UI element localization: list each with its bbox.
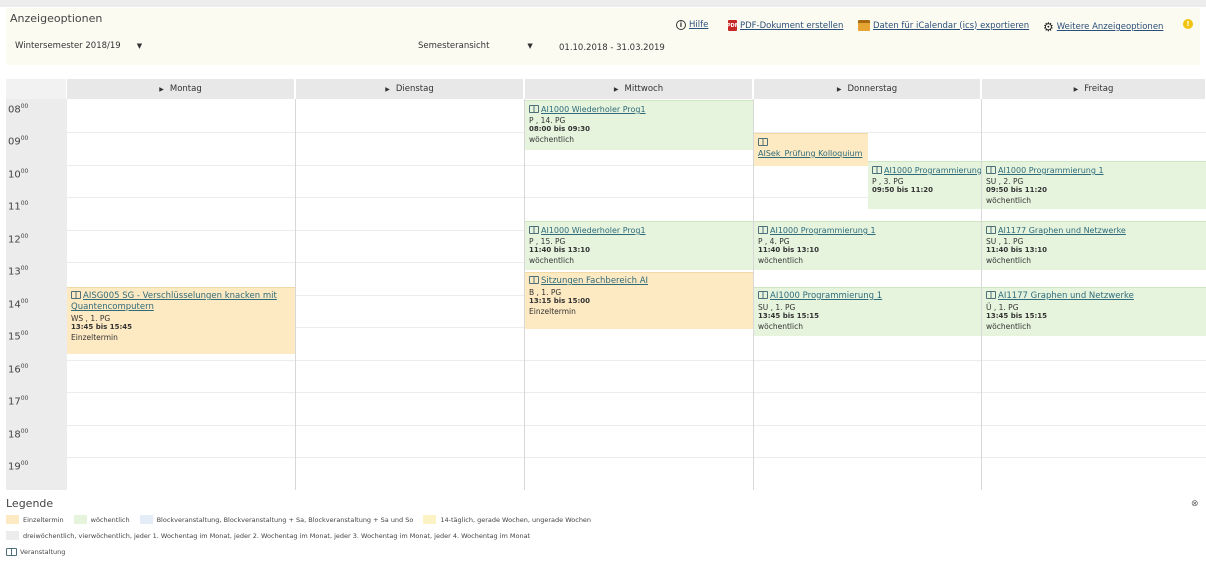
day-divider <box>295 99 296 490</box>
view-select[interactable]: Semesteransicht ▼ <box>418 41 533 51</box>
legend-row-1: Einzeltermin wöchentlich Blockveranstalt… <box>6 515 601 524</box>
event-montag-aisg005-quantencomputer[interactable]: AISG005 SG - Verschlüsselungen knacken m… <box>67 287 295 354</box>
legend-row-2: dreiwöchentlich, vierwöchentlich, jeder … <box>6 531 530 540</box>
hour-gridline <box>67 360 1206 361</box>
caret-right-icon: ▶ <box>385 85 390 93</box>
hour-gridline <box>67 392 1206 393</box>
caret-right-icon: ▶ <box>836 85 842 93</box>
book-icon <box>529 226 539 234</box>
event-donnerstag-aisek-pruefung[interactable]: AISek_Prüfung Kolloquium <box>754 133 868 166</box>
hour-label: 1900 <box>8 460 29 473</box>
event-mittwoch-sitzungen-fachbereich[interactable]: Sitzungen Fachbereich AI B , 1. PG 13:15… <box>525 272 753 329</box>
book-icon <box>529 276 539 284</box>
book-icon <box>758 291 768 299</box>
book-icon <box>529 105 539 113</box>
swatch-woechentlich <box>73 515 87 524</box>
hour-gridline <box>67 457 1206 458</box>
more-options-link[interactable]: ⚙ Weitere Anzeigeoptionen <box>1043 20 1163 34</box>
chevron-down-icon: ▼ <box>527 42 533 50</box>
hour-label: 1700 <box>8 395 29 408</box>
top-bar <box>0 0 1206 7</box>
event-donnerstag-ai1000-prog1-c[interactable]: AI1000 Programmierung 1 SU , 1. PG 13:45… <box>754 287 981 336</box>
chevron-down-icon: ▼ <box>136 42 143 50</box>
hour-label: 1100 <box>8 200 29 213</box>
book-icon <box>986 166 996 174</box>
hour-label: 0900 <box>8 135 29 148</box>
swatch-dreiwoechentlich <box>6 531 19 540</box>
book-icon <box>6 548 17 556</box>
hour-label: 1500 <box>8 330 29 343</box>
warning-icon[interactable]: ! <box>1183 19 1193 29</box>
day-header-montag[interactable]: ▶ Montag <box>67 79 295 99</box>
day-header-mittwoch[interactable]: ▶ Mittwoch <box>525 79 753 99</box>
hour-label: 0800 <box>8 103 29 116</box>
event-mittwoch-ai1000-wiederholer-1[interactable]: AI1000 Wiederholer Prog1 P , 14. PG 08:0… <box>525 100 753 150</box>
day-header-donnerstag[interactable]: ▶ Donnerstag <box>754 79 981 99</box>
event-freitag-ai1177-graphen-1[interactable]: AI1177 Graphen und Netzwerke SU , 1. PG … <box>982 221 1206 270</box>
hour-label: 1200 <box>8 233 29 246</box>
ical-export-link[interactable]: Daten für iCalendar (ics) exportieren <box>858 20 1029 31</box>
legend-panel: Legende ⊗ Einzeltermin wöchentlich Block… <box>6 497 1200 565</box>
book-icon <box>986 291 996 299</box>
hour-label: 1600 <box>8 363 29 376</box>
options-title: Anzeigeoptionen <box>10 12 103 25</box>
hour-gridline <box>67 425 1206 426</box>
corner-header <box>6 79 67 99</box>
book-icon <box>758 138 768 146</box>
caret-right-icon: ▶ <box>1073 85 1079 93</box>
display-options-panel: Anzeigeoptionen i Hilfe PDF PDF-Dokument… <box>6 8 1200 65</box>
book-icon <box>71 291 81 299</box>
caret-right-icon: ▶ <box>613 85 619 93</box>
swatch-einzeltermin <box>6 515 19 524</box>
event-mittwoch-ai1000-wiederholer-2[interactable]: AI1000 Wiederholer Prog1 P , 15. PG 11:4… <box>525 221 753 270</box>
help-link[interactable]: i Hilfe <box>676 20 708 30</box>
info-icon: i <box>676 20 686 30</box>
date-range: 01.10.2018 - 31.03.2019 <box>559 43 665 53</box>
legend-row-3: Veranstaltung <box>6 548 65 556</box>
legend-title: Legende <box>6 497 54 510</box>
book-icon <box>758 226 768 234</box>
hour-label: 1000 <box>8 168 29 181</box>
event-donnerstag-ai1000-prog1-a[interactable]: AI1000 Programmierung 1 P , 3. PG 09:50 … <box>868 161 981 209</box>
event-donnerstag-ai1000-prog1-b[interactable]: AI1000 Programmierung 1 P , 4. PG 11:40 … <box>754 221 981 270</box>
book-icon <box>872 166 882 174</box>
day-header-dienstag[interactable]: ▶ Dienstag <box>296 79 524 99</box>
event-freitag-ai1177-graphen-2[interactable]: AI1177 Graphen und Netzwerke Ü , 1. PG 1… <box>982 287 1206 336</box>
book-icon <box>986 226 996 234</box>
hour-label: 1300 <box>8 265 29 278</box>
week-calendar-grid: ▶ Montag ▶ Dienstag ▶ Mittwoch ▶ Donnerstag … <box>6 79 1206 490</box>
caret-right-icon: ▶ <box>159 85 164 93</box>
event-freitag-ai1000-prog1[interactable]: AI1000 Programmierung 1 SU , 2. PG 09:50… <box>982 161 1206 209</box>
hour-label: 1800 <box>8 428 29 441</box>
hour-label: 1400 <box>8 298 29 311</box>
pdf-icon: PDF <box>727 20 738 31</box>
gear-icon: ⚙ <box>1043 20 1054 34</box>
semester-select[interactable]: Wintersemester 2018/19 ▼ <box>15 41 142 51</box>
day-header-freitag[interactable]: ▶ Freitag <box>982 79 1206 99</box>
close-icon[interactable]: ⊗ <box>1191 499 1199 509</box>
swatch-14taeglich <box>423 515 437 524</box>
swatch-block <box>139 515 153 524</box>
pdf-export-link[interactable]: PDF PDF-Dokument erstellen <box>727 20 843 31</box>
calendar-icon <box>858 20 870 31</box>
